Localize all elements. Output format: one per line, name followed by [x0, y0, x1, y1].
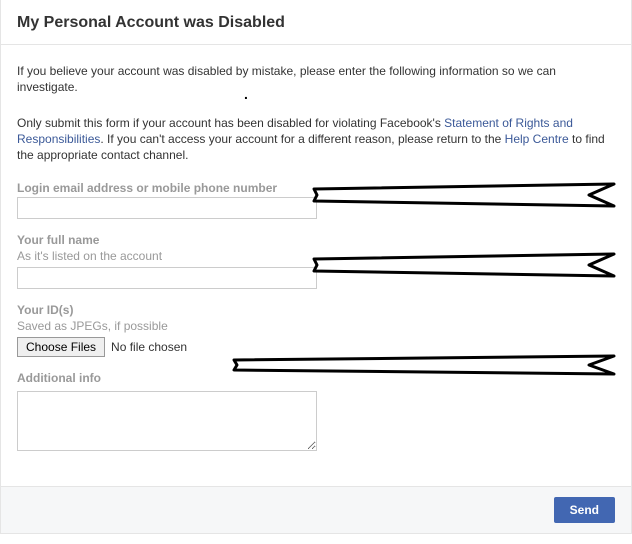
arrow-annotation-icon: [229, 353, 619, 377]
login-input[interactable]: [17, 197, 317, 219]
page-header: My Personal Account was Disabled: [0, 0, 632, 45]
field-additional: Additional info: [17, 371, 615, 454]
arrow-annotation-icon: [309, 251, 619, 279]
field-ids: Your ID(s) Saved as JPEGs, if possible C…: [17, 303, 615, 357]
note-mid: . If you can't access your account for a…: [100, 132, 504, 146]
ids-label: Your ID(s): [17, 303, 615, 317]
arrow-annotation-icon: [309, 181, 619, 209]
additional-textarea[interactable]: [17, 391, 317, 451]
note-pre: Only submit this form if your account ha…: [17, 116, 444, 130]
form-content: If you believe your account was disabled…: [0, 45, 632, 487]
choose-files-button[interactable]: Choose Files: [17, 337, 105, 357]
no-file-chosen-text: No file chosen: [111, 340, 187, 354]
link-help-centre[interactable]: Help Centre: [505, 132, 569, 146]
fullname-input[interactable]: [17, 267, 317, 289]
send-button[interactable]: Send: [554, 497, 615, 523]
page-title: My Personal Account was Disabled: [17, 14, 615, 32]
intro-text: If you believe your account was disabled…: [17, 63, 615, 95]
fullname-label: Your full name: [17, 233, 615, 247]
note-text: Only submit this form if your account ha…: [17, 115, 615, 163]
annotation-dot: .: [244, 86, 248, 102]
form-footer: Send: [0, 487, 632, 534]
ids-sublabel: Saved as JPEGs, if possible: [17, 319, 615, 333]
